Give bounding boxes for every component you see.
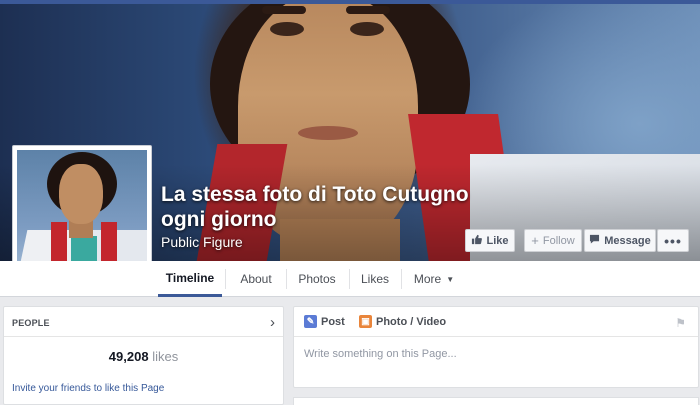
photo-video-tab[interactable]: ▣ Photo / Video <box>359 315 446 328</box>
message-button[interactable]: Message <box>584 229 656 252</box>
likes-summary: 49,208 likes <box>4 349 283 364</box>
speech-bubble-icon <box>589 234 600 247</box>
follow-button[interactable]: + Follow <box>524 229 582 252</box>
photo-icon: ▣ <box>359 315 372 328</box>
more-options-button[interactable]: ••• <box>657 229 689 252</box>
composer-tabs: ✎ Post ▣ Photo / Video ⚑ <box>294 307 698 337</box>
message-label: Message <box>604 234 651 247</box>
thumbs-up-icon <box>471 234 483 248</box>
like-button[interactable]: Like <box>465 229 515 252</box>
tab-more-label: More <box>413 272 442 286</box>
flag-icon[interactable]: ⚑ <box>675 316 686 330</box>
tab-likes[interactable]: Likes <box>352 261 398 297</box>
post-tab-label: Post <box>321 315 345 328</box>
page-nav: Timeline About Photos Likes More ▼ <box>0 261 700 297</box>
photo-tab-label: Photo / Video <box>376 315 447 328</box>
follow-label: Follow <box>542 234 575 247</box>
page-category[interactable]: Public Figure <box>161 234 243 250</box>
post-composer: ✎ Post ▣ Photo / Video ⚑ Write something… <box>293 306 699 388</box>
caret-down-icon: ▼ <box>446 274 455 284</box>
next-card-edge <box>293 397 699 405</box>
likes-count: 49,208 <box>108 349 149 364</box>
page-title[interactable]: La stessa foto di Toto Cutugno ogni gior… <box>161 182 491 232</box>
people-title: PEOPLE <box>12 318 50 328</box>
tab-about[interactable]: About <box>228 261 284 297</box>
post-tab[interactable]: ✎ Post <box>304 315 345 328</box>
tab-photos[interactable]: Photos <box>288 261 346 297</box>
likes-suffix: likes <box>152 349 179 364</box>
more-options-label: ••• <box>664 232 682 249</box>
people-header[interactable]: PEOPLE › <box>4 307 283 337</box>
like-label: Like <box>486 234 509 247</box>
invite-friends-link[interactable]: Invite your friends to like this Page <box>12 383 164 394</box>
tab-timeline[interactable]: Timeline <box>158 261 222 297</box>
composer-input[interactable]: Write something on this Page... <box>304 348 457 360</box>
people-card: PEOPLE › 49,208 likes Invite your friend… <box>3 306 284 405</box>
plus-icon: + <box>531 233 539 248</box>
chevron-right-icon[interactable]: › <box>270 314 275 331</box>
tab-more[interactable]: More ▼ <box>406 261 462 297</box>
pencil-icon: ✎ <box>304 315 317 328</box>
